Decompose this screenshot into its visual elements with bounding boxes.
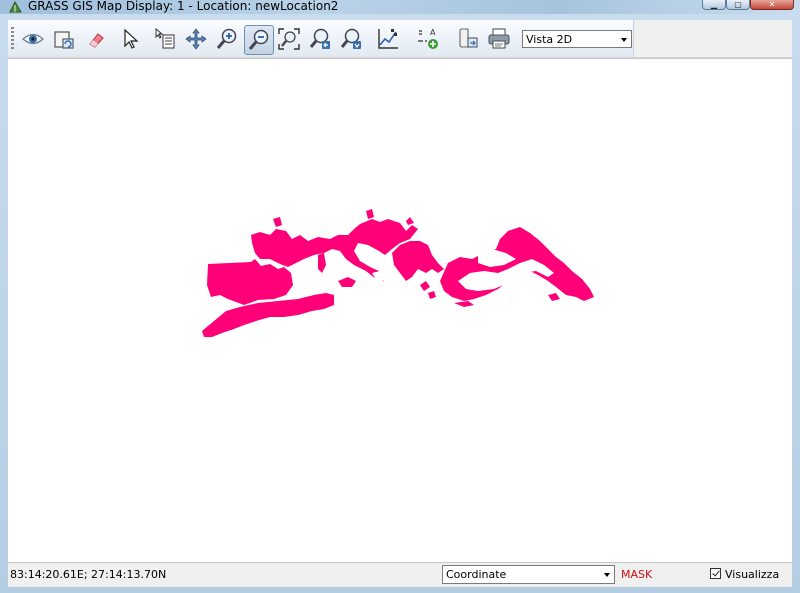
analyze-icon [378,29,398,49]
overlay-icon: A [418,28,438,49]
zoom-extent-icon [278,28,300,50]
map-display-window: GRASS GIS Map Display: 1 - Location: new… [0,0,800,593]
close-icon: ✕ [768,0,776,9]
zoom-back-button[interactable] [306,25,334,53]
status-bar: 83:14:20.61E; 27:14:13.70N Coordinate MA… [8,562,792,587]
erase-display-icon [89,33,104,48]
statusbar-mode-select[interactable]: Coordinate [442,565,615,584]
zoom-in-icon [216,28,237,49]
overlay-button[interactable]: A [414,25,442,53]
render-map-button[interactable] [50,25,78,53]
zoom-in-button[interactable] [213,25,241,53]
pan-button[interactable] [182,25,210,53]
zoom-out-button[interactable] [244,25,274,55]
mask-indicator: MASK [621,568,653,581]
coordinates-readout: 83:14:20.61E; 27:14:13.70N [10,568,167,581]
zoom-menu-icon [340,28,361,49]
map-toolbar: A Vista 2D [8,20,634,57]
query-button[interactable] [151,25,179,53]
print-icon [488,28,510,49]
pointer-icon [124,28,139,49]
save-image-button[interactable] [454,25,482,53]
render-map-icon [54,31,74,49]
query-icon [155,28,175,49]
statusbar-mode-value: Coordinate [446,568,507,581]
toolbar-empty-area [634,20,792,57]
toolbar-grip[interactable] [11,27,14,49]
window-title: GRASS GIS Map Display: 1 - Location: new… [28,0,339,13]
zoom-menu-button[interactable] [337,25,365,53]
mediterranean-region-shape [202,209,594,337]
print-button[interactable] [485,25,513,53]
pointer-button[interactable] [118,25,146,53]
pan-icon [185,28,207,50]
raster-map-layer [202,209,594,337]
minimize-icon: ▁ [710,0,718,9]
zoom-extent-button[interactable] [275,25,303,53]
chevron-down-icon [604,573,610,577]
view-mode-value: Vista 2D [526,33,573,46]
toolbar-area: A Vista 2D [8,20,792,58]
render-checkbox[interactable] [710,568,721,579]
zoom-back-icon [309,28,330,49]
title-bar[interactable]: GRASS GIS Map Display: 1 - Location: new… [0,0,800,14]
zoom-out-icon [248,29,269,50]
minimize-button[interactable]: ▁ [702,0,726,10]
close-button[interactable]: ✕ [750,0,794,10]
maximize-button[interactable]: ▢ [726,0,750,10]
chevron-down-icon [621,38,627,42]
map-canvas[interactable] [8,58,792,562]
render-checkbox-label[interactable]: Visualizza [725,568,779,581]
view-mode-select[interactable]: Vista 2D [522,30,632,48]
maximize-icon: ▢ [734,0,742,9]
erase-display-button[interactable] [82,25,110,53]
display-map-button[interactable] [19,25,47,53]
svg-text:A: A [430,28,436,37]
save-image-icon [459,28,478,48]
grass-app-icon [9,1,22,13]
display-map-icon [22,33,44,45]
analyze-button[interactable] [374,25,402,53]
